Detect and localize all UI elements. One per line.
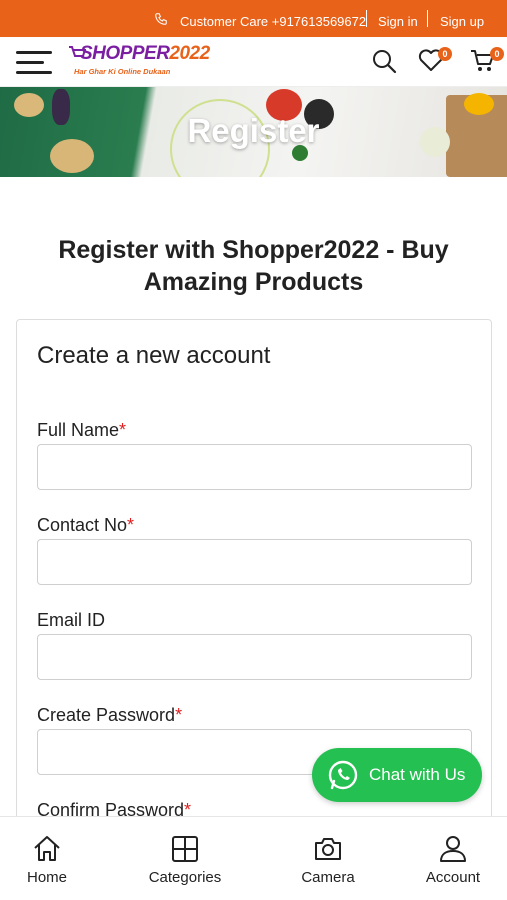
top-bar: Customer Care +917613569672 Sign in Sign… xyxy=(0,0,507,37)
logo[interactable]: SHOPPER2022 Har Ghar Ki Online Dukaan xyxy=(68,41,210,81)
bottom-nav: Home Categories Camera Account xyxy=(0,816,507,900)
customer-care-text[interactable]: Customer Care +917613569672 xyxy=(180,14,366,29)
sign-in-link[interactable]: Sign in xyxy=(378,14,418,29)
grid-icon xyxy=(172,836,198,862)
chat-label: Chat with Us xyxy=(369,765,466,784)
nav-camera[interactable]: Camera xyxy=(278,817,378,900)
divider xyxy=(366,10,367,27)
contact-no-label: Contact No* xyxy=(37,515,135,535)
full-name-input[interactable] xyxy=(37,444,472,490)
user-icon xyxy=(440,836,466,862)
required-marker: * xyxy=(127,515,135,535)
form-title: Create a new account xyxy=(37,342,271,369)
full-name-label: Full Name* xyxy=(37,420,127,440)
divider xyxy=(427,10,428,27)
sign-up-link[interactable]: Sign up xyxy=(440,14,484,29)
whatsapp-icon xyxy=(328,760,358,790)
nav-account-label: Account xyxy=(425,869,481,886)
required-marker: * xyxy=(119,420,127,440)
phone-icon xyxy=(155,13,167,25)
menu-icon[interactable] xyxy=(16,51,54,75)
contact-no-input[interactable] xyxy=(37,539,472,585)
nav-home[interactable]: Home xyxy=(0,817,97,900)
create-password-label: Create Password* xyxy=(37,705,183,725)
logo-tagline: Har Ghar Ki Online Dukaan xyxy=(74,67,171,76)
nav-categories[interactable]: Categories xyxy=(135,817,235,900)
nav-camera-label: Camera xyxy=(301,869,355,886)
required-marker: * xyxy=(175,705,183,725)
nav-categories-label: Categories xyxy=(148,869,222,886)
nav-home-label: Home xyxy=(26,869,67,886)
page-heading: Register with Shopper2022 - Buy Amazing … xyxy=(58,236,449,296)
search-icon[interactable] xyxy=(370,47,398,75)
logo-year: 2022 xyxy=(169,43,210,64)
chat-with-us-button[interactable]: Chat with Us xyxy=(312,748,482,802)
wishlist-count-badge: 0 xyxy=(438,47,452,61)
logo-brand: SHOPPER xyxy=(80,43,170,64)
email-id-input[interactable] xyxy=(37,634,472,680)
home-icon xyxy=(34,836,60,861)
wishlist-button[interactable]: 0 xyxy=(418,47,458,77)
cart-count-badge: 0 xyxy=(490,47,504,61)
page-banner: Register xyxy=(0,87,507,177)
site-header: SHOPPER2022 Har Ghar Ki Online Dukaan 0 … xyxy=(0,37,507,87)
nav-account[interactable]: Account xyxy=(403,817,503,900)
email-id-label: Email ID xyxy=(37,610,106,630)
camera-icon xyxy=(315,838,341,860)
cart-button[interactable]: 0 xyxy=(470,47,506,77)
banner-title: Register xyxy=(187,112,320,149)
